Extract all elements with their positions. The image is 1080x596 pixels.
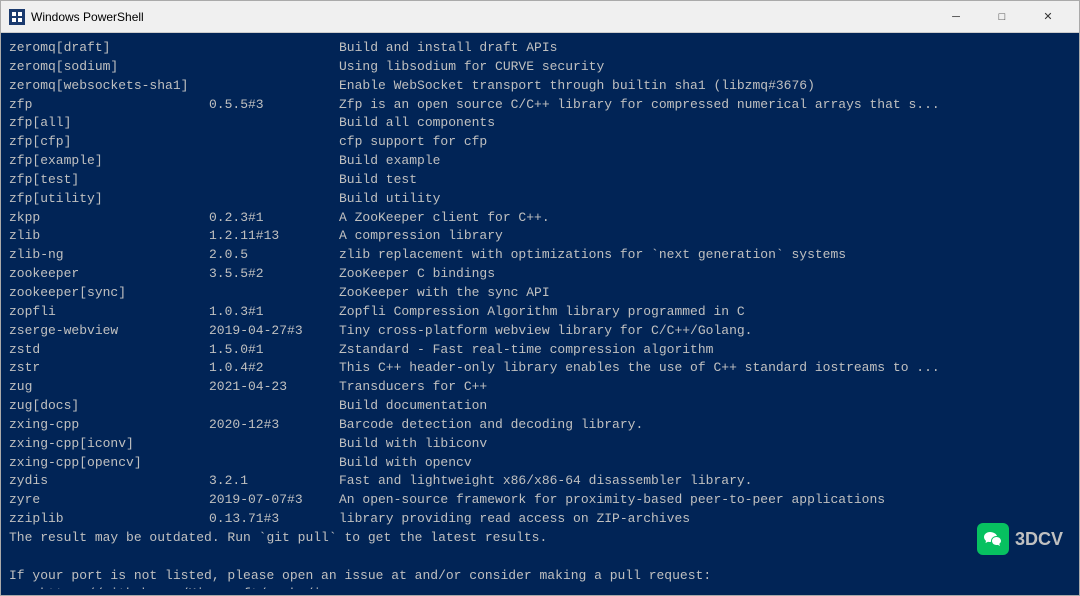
table-row: zlib1.2.11#13A compression library (9, 227, 1071, 246)
titlebar: Windows PowerShell ─ □ ✕ (1, 1, 1079, 33)
maximize-button[interactable]: □ (979, 1, 1025, 33)
table-row: zziplib0.13.71#3library providing read a… (9, 510, 1071, 529)
table-row: zserge-webview2019-04-27#3Tiny cross-pla… (9, 322, 1071, 341)
table-row: zug2021-04-23Transducers for C++ (9, 378, 1071, 397)
table-row: zfp[utility]Build utility (9, 190, 1071, 209)
notice-line-2 (9, 548, 1071, 567)
table-row: zstd1.5.0#1Zstandard - Fast real-time co… (9, 341, 1071, 360)
table-row: zookeeper3.5.5#2ZooKeeper C bindings (9, 265, 1071, 284)
table-row: zxing-cpp2020-12#3Barcode detection and … (9, 416, 1071, 435)
table-row: zookeeper[sync]ZooKeeper with the sync A… (9, 284, 1071, 303)
watermark: 3DCV (977, 523, 1063, 555)
table-row: zyre2019-07-07#3An open-source framework… (9, 491, 1071, 510)
table-row: zfp0.5.5#3Zfp is an open source C/C++ li… (9, 96, 1071, 115)
table-row: zxing-cpp[iconv]Build with libiconv (9, 435, 1071, 454)
notice-line-1: The result may be outdated. Run `git pul… (9, 529, 1071, 548)
table-row: zeromq[draft]Build and install draft API… (9, 39, 1071, 58)
table-row: zopfli1.0.3#1Zopfli Compression Algorith… (9, 303, 1071, 322)
table-row: zfp[all]Build all components (9, 114, 1071, 133)
table-row: zfp[test]Build test (9, 171, 1071, 190)
notice-line-4: https://github.com/Microsoft/vcpkg/issue… (9, 585, 1071, 589)
terminal-content: zeromq[draft]Build and install draft API… (9, 39, 1071, 589)
watermark-text: 3DCV (1015, 526, 1063, 552)
table-row: zydis3.2.1Fast and lightweight x86/x86-6… (9, 472, 1071, 491)
table-row: zkpp0.2.3#1A ZooKeeper client for C++. (9, 209, 1071, 228)
table-row: zlib-ng2.0.5zlib replacement with optimi… (9, 246, 1071, 265)
table-row: zeromq[websockets-sha1]Enable WebSocket … (9, 77, 1071, 96)
table-row: zxing-cpp[opencv]Build with opencv (9, 454, 1071, 473)
titlebar-buttons: ─ □ ✕ (933, 1, 1071, 33)
close-button[interactable]: ✕ (1025, 1, 1071, 33)
terminal: zeromq[draft]Build and install draft API… (1, 33, 1079, 595)
table-row: zfp[example]Build example (9, 152, 1071, 171)
minimize-button[interactable]: ─ (933, 1, 979, 33)
wechat-icon (977, 523, 1009, 555)
window: Windows PowerShell ─ □ ✕ zeromq[draft]Bu… (0, 0, 1080, 596)
table-row: zfp[cfp]cfp support for cfp (9, 133, 1071, 152)
app-icon (9, 9, 25, 25)
window-title: Windows PowerShell (31, 10, 933, 24)
table-row: zeromq[sodium]Using libsodium for CURVE … (9, 58, 1071, 77)
notice-line-3: If your port is not listed, please open … (9, 567, 1071, 586)
table-row: zug[docs]Build documentation (9, 397, 1071, 416)
table-row: zstr1.0.4#2This C++ header-only library … (9, 359, 1071, 378)
